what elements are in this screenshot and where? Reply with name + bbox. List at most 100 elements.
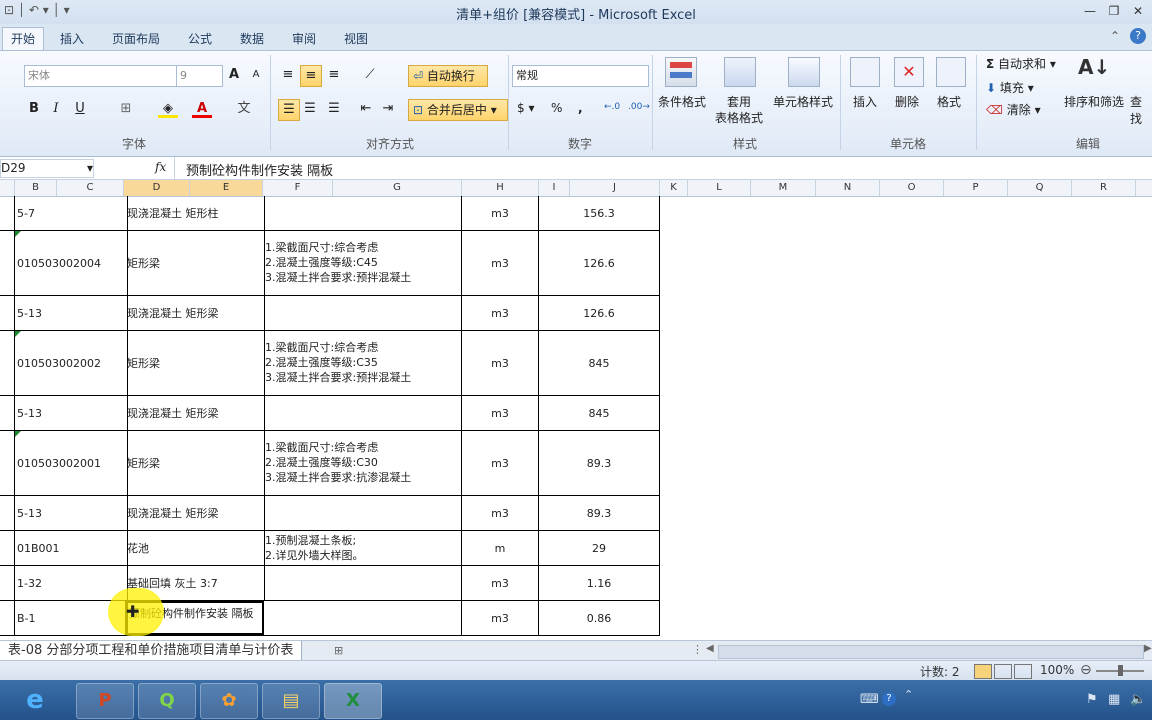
font-color-icon[interactable]: A — [192, 99, 212, 118]
cell-unit[interactable]: m3 — [462, 196, 539, 230]
fx-icon[interactable]: fx — [155, 160, 166, 174]
cell-qty[interactable]: 1.16 — [539, 566, 660, 600]
cell-code[interactable]: 5-13 — [14, 396, 128, 430]
cell-name[interactable]: 矩形梁 — [125, 331, 265, 395]
cell-qty[interactable]: 845 — [539, 331, 660, 395]
comma-icon[interactable]: , — [578, 101, 583, 115]
tab-formulas[interactable]: 公式 — [180, 28, 220, 50]
maximize-button[interactable]: ❐ — [1104, 3, 1124, 19]
cell-unit[interactable]: m3 — [462, 331, 539, 395]
scroll-right-icon[interactable]: ▶ — [1144, 643, 1152, 654]
wrap-text-button[interactable]: ⏎ 自动换行 — [408, 65, 488, 87]
grow-font-icon[interactable]: A — [224, 65, 244, 85]
tray-expand-icon[interactable]: ⌃ — [904, 688, 913, 701]
col-header-q[interactable]: Q — [1008, 180, 1072, 196]
cell-desc[interactable]: 1.梁截面尺寸:综合考虑 2.混凝土强度等级:C30 3.混凝土拌合要求:抗渗混… — [263, 431, 462, 495]
col-header-n[interactable]: N — [816, 180, 880, 196]
autosum-button[interactable]: Σ 自动求和 ▾ — [986, 55, 1056, 72]
help-tray-icon[interactable]: ? — [882, 692, 896, 706]
help-icon[interactable]: ? — [1130, 28, 1146, 44]
page-break-view-icon[interactable] — [1014, 664, 1032, 679]
merge-center-button[interactable]: ⊡ 合并后居中 ▾ — [408, 99, 508, 121]
cell-desc[interactable] — [263, 296, 462, 330]
cell-unit[interactable]: m3 — [462, 496, 539, 530]
increase-decimal-icon[interactable]: ←.0 — [604, 102, 620, 112]
cell-name[interactable]: 现浇混凝土 矩形梁 — [125, 396, 265, 430]
q4-app-icon[interactable]: Q — [138, 683, 196, 719]
col-header-j[interactable]: J — [570, 180, 660, 196]
cell-desc[interactable] — [263, 196, 462, 230]
align-center-icon[interactable]: ☰ — [300, 99, 320, 119]
scroll-left-icon[interactable]: ◀ — [706, 643, 714, 654]
tab-home[interactable]: 开始 — [2, 27, 45, 50]
planner-app-icon[interactable]: ✿ — [200, 683, 258, 719]
format-as-table-button-line2[interactable]: 表格格式 — [706, 109, 772, 126]
powerpoint-icon[interactable]: P — [76, 683, 134, 719]
cell-desc[interactable] — [263, 396, 462, 430]
percent-icon[interactable]: % — [551, 101, 562, 115]
align-top-icon[interactable]: ≡ — [278, 65, 298, 85]
minimize-button[interactable]: — — [1080, 3, 1100, 19]
align-left-icon[interactable]: ☰ — [278, 99, 300, 121]
zoom-level[interactable]: 100% — [1040, 663, 1074, 677]
cell-qty[interactable]: 156.3 — [539, 196, 660, 230]
col-header-k[interactable]: K — [660, 180, 688, 196]
insert-cells-button[interactable]: 插入 — [846, 93, 884, 110]
tab-review[interactable]: 审阅 — [284, 28, 324, 50]
cell-desc[interactable]: 1.梁截面尺寸:综合考虑 2.混凝土强度等级:C35 3.混凝土拌合要求:预拌混… — [263, 331, 462, 395]
cell-qty[interactable]: 29 — [539, 531, 660, 565]
network-tray-icon[interactable]: ▦ — [1108, 692, 1120, 707]
page-layout-view-icon[interactable] — [994, 664, 1012, 679]
cell-code[interactable]: 1-32 — [14, 566, 128, 600]
fill-color-icon[interactable]: ◈ — [158, 99, 178, 118]
cell-qty[interactable]: 89.3 — [539, 496, 660, 530]
col-header-b[interactable]: B — [15, 180, 57, 196]
cell-name[interactable]: 矩形梁 — [125, 431, 265, 495]
cell-unit[interactable]: m3 — [462, 601, 539, 635]
close-button[interactable]: ✕ — [1128, 3, 1148, 19]
delete-cells-button[interactable]: 删除 — [888, 93, 926, 110]
bold-button[interactable]: B — [24, 99, 44, 119]
col-header-p[interactable]: P — [944, 180, 1008, 196]
align-bottom-icon[interactable]: ≡ — [324, 65, 344, 85]
conditional-format-button[interactable]: 条件格式 — [652, 93, 712, 110]
format-cells-button[interactable]: 格式 — [930, 93, 968, 110]
shrink-font-icon[interactable]: A — [246, 65, 266, 85]
worksheet-grid[interactable]: 5-7 现浇混凝土 矩形柱 m3 156.3 010503002004 矩形梁 … — [0, 196, 1152, 636]
explorer-icon[interactable]: ▤ — [262, 683, 320, 719]
tab-insert[interactable]: 插入 — [52, 28, 92, 50]
format-as-table-button-line1[interactable]: 套用 — [710, 93, 768, 110]
cell-desc[interactable]: 1.预制混凝土条板; 2.详见外墙大样图。 — [263, 531, 462, 565]
cell-unit[interactable]: m3 — [462, 396, 539, 430]
col-header-f[interactable]: F — [263, 180, 333, 196]
increase-indent-icon[interactable]: ⇥ — [378, 99, 398, 119]
cell-code[interactable]: 010503002001 — [14, 431, 128, 495]
ie-icon[interactable]: e — [16, 683, 54, 717]
cell-name[interactable]: 现浇混凝土 矩形梁 — [125, 296, 265, 330]
decrease-decimal-icon[interactable]: .00→ — [628, 102, 650, 112]
cell-code[interactable]: 01B001 — [14, 531, 128, 565]
cell-name[interactable]: 矩形梁 — [125, 231, 265, 295]
col-header-o[interactable]: O — [880, 180, 944, 196]
volume-tray-icon[interactable]: 🔈 — [1130, 692, 1146, 707]
cell-qty[interactable]: 0.86 — [539, 601, 660, 635]
cell-name[interactable]: 现浇混凝土 矩形柱 — [125, 196, 265, 230]
tab-page-layout[interactable]: 页面布局 — [104, 28, 168, 50]
underline-button[interactable]: U — [70, 99, 90, 119]
align-right-icon[interactable]: ☰ — [324, 99, 344, 119]
excel-icon[interactable]: X — [324, 683, 382, 719]
decrease-indent-icon[interactable]: ⇤ — [356, 99, 376, 119]
cell-unit[interactable]: m3 — [462, 431, 539, 495]
cell-code[interactable]: 5-13 — [14, 496, 128, 530]
cell-code[interactable]: 5-7 — [14, 196, 128, 230]
horizontal-scrollbar[interactable] — [718, 645, 1144, 659]
sort-filter-button[interactable]: 排序和筛选 — [1064, 93, 1124, 110]
cell-desc[interactable] — [263, 601, 462, 635]
sheet-tab[interactable]: 表-08 分部分项工程和单价措施项目清单与计价表 — [0, 641, 303, 661]
number-format-box[interactable]: 常规 — [512, 65, 649, 87]
cell-unit[interactable]: m3 — [462, 231, 539, 295]
flag-tray-icon[interactable]: ⚑ — [1086, 692, 1098, 707]
cell-name[interactable]: 现浇混凝土 矩形梁 — [125, 496, 265, 530]
cell-desc[interactable] — [263, 566, 462, 600]
col-header-c[interactable]: C — [57, 180, 124, 196]
